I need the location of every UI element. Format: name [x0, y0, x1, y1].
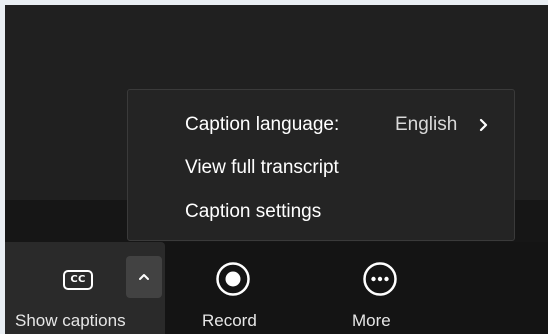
chevron-right-icon	[479, 118, 488, 132]
menu-item-view-full-transcript[interactable]: View full transcript	[128, 149, 514, 187]
meeting-window: CC Show captions Record More Caption lan…	[5, 5, 548, 334]
view-full-transcript-label: View full transcript	[185, 157, 339, 178]
caption-settings-label: Caption settings	[185, 201, 322, 222]
more-label: More	[352, 311, 391, 330]
caption-options-button[interactable]	[126, 256, 162, 298]
record-label: Record	[202, 311, 257, 330]
record-icon	[216, 262, 250, 296]
caption-language-label: Caption language:	[185, 114, 340, 135]
caption-language-value: English	[395, 114, 458, 135]
closed-captions-icon: CC	[63, 270, 93, 290]
meeting-toolbar: CC Show captions Record More	[5, 242, 548, 334]
show-captions-button[interactable]: CC	[57, 259, 99, 301]
menu-item-caption-settings[interactable]: Caption settings	[128, 193, 514, 231]
show-captions-label: Show captions	[15, 311, 126, 330]
record-button[interactable]	[215, 261, 251, 297]
caption-options-menu: Caption language: English View full tran…	[127, 89, 515, 241]
menu-item-caption-language[interactable]: Caption language: English	[128, 106, 514, 144]
more-icon	[363, 262, 397, 296]
chevron-up-icon	[139, 274, 149, 280]
captions-control-group: CC Show captions	[5, 242, 165, 334]
more-button[interactable]	[362, 261, 398, 297]
